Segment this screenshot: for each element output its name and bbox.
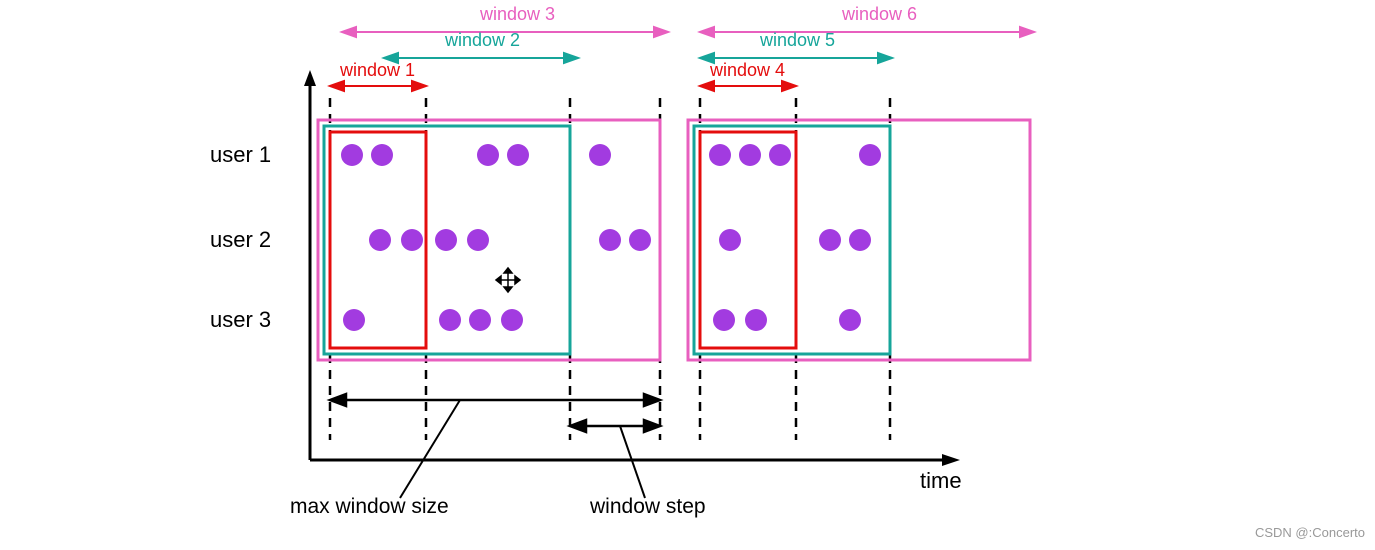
window2-label: window 2: [445, 30, 520, 51]
diagram-stage: window 3 window 2 window 1 window 6 wind…: [290, 0, 1070, 520]
window3-label: window 3: [480, 4, 555, 25]
callout-lines: [400, 400, 645, 498]
window-step-label: window step: [590, 495, 706, 519]
dashed-verticals: [330, 98, 890, 440]
watermark: CSDN @:Concerto: [1255, 525, 1365, 540]
data-points: [341, 144, 881, 331]
max-window-size-label: max window size: [290, 495, 449, 519]
window1-arrow: [330, 81, 426, 91]
window6-arrow: [700, 27, 1034, 37]
cursor-move-icon: [496, 268, 520, 292]
user3-label: user 3: [210, 307, 271, 333]
time-axis-label: time: [920, 468, 962, 494]
axes: [304, 70, 960, 466]
max-window-size-arrow: [330, 394, 660, 406]
window6-label: window 6: [842, 4, 917, 25]
user2-label: user 2: [210, 227, 271, 253]
window-step-arrow: [570, 420, 660, 432]
window5-label: window 5: [760, 30, 835, 51]
window1-label: window 1: [340, 60, 415, 81]
window4-arrow: [700, 81, 796, 91]
window4-label: window 4: [710, 60, 785, 81]
user1-label: user 1: [210, 142, 271, 168]
